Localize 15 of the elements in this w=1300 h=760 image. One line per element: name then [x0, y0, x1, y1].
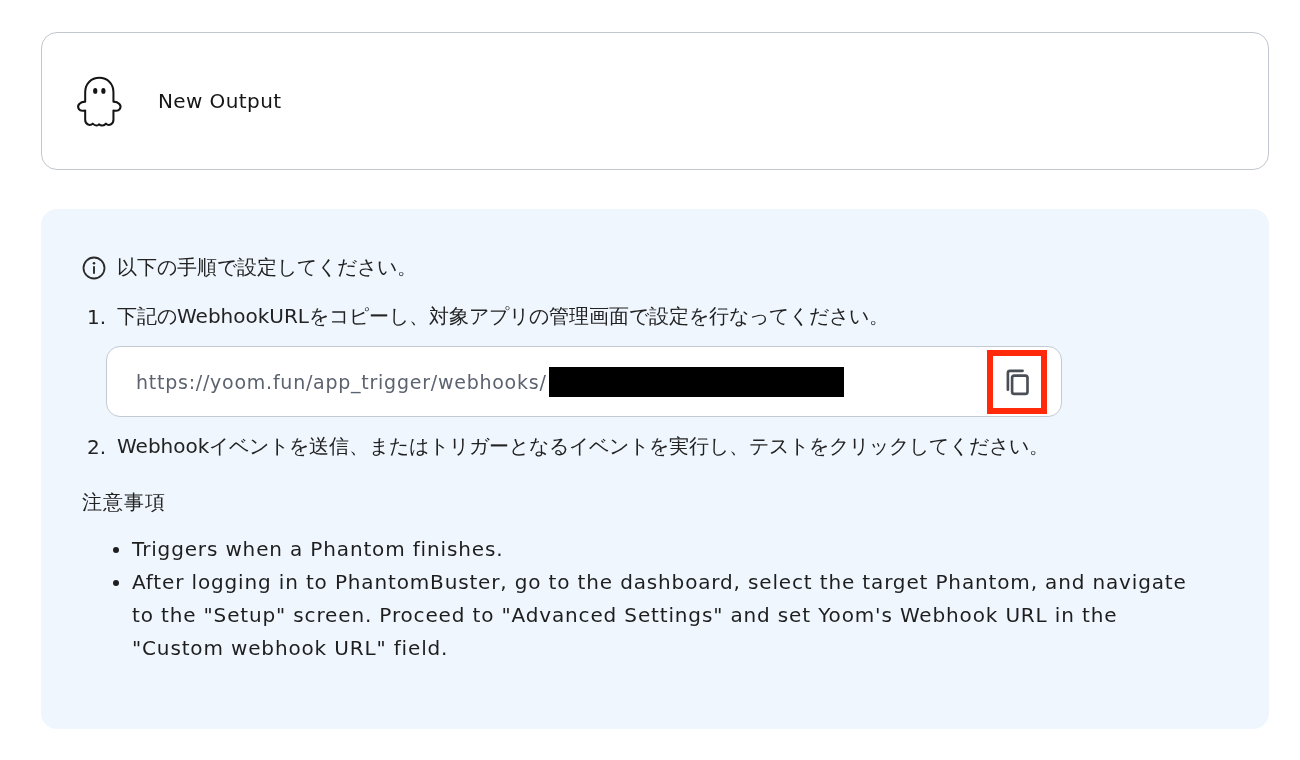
url-text: https://yoom.fun/app_trigger/webhooks/ — [136, 370, 547, 393]
info-icon — [82, 255, 106, 280]
note-text: After logging in to PhantomBuster, go to the dashboard, select the target Phantom, and navigate to the "Setup" screen. Proceed to "Advanced Settings" and set Yoom's Webhook URL in the "Custom webhook URL" field. — [132, 569, 1188, 662]
bullet-icon — [113, 547, 119, 553]
step-text: 下記のWebhookURLをコピーし、対象アプリの管理画面で設定を行なってください。 — [117, 303, 889, 330]
notes-title: 注意事項 — [82, 489, 166, 516]
step-number: 2. — [87, 434, 108, 459]
note-text: Triggers when a Phantom finishes. — [132, 536, 505, 563]
url-field[interactable]: https://yoom.fun/app_trigger/webhooks/ — [106, 346, 1062, 417]
step-number: 1. — [87, 304, 108, 329]
copy-button[interactable] — [987, 349, 1047, 414]
bullet-icon — [113, 580, 119, 586]
output-title: New Output — [158, 89, 282, 113]
instructions-heading: 以下の手順で設定してください。 — [117, 254, 417, 281]
step-text: Webhookイベントを送信、またはトリガーとなるイベントを実行し、テストをクリックしてください。 — [117, 433, 1050, 460]
